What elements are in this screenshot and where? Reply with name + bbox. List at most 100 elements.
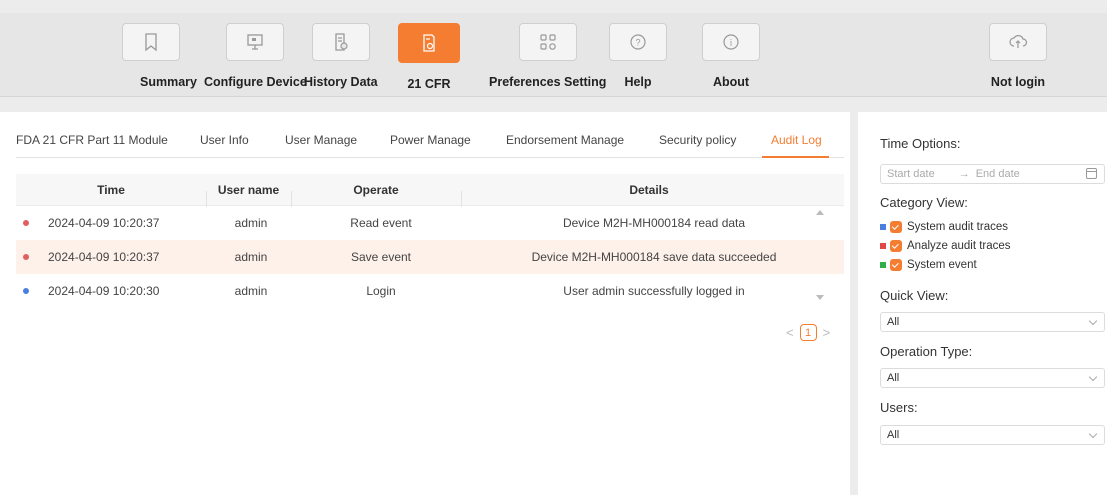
cell-user: admin (234, 250, 268, 264)
range-arrow-icon: → (958, 168, 970, 180)
legend-swatch (880, 224, 886, 230)
status-dot (23, 288, 29, 294)
quick-view-value: All (887, 316, 900, 328)
history-doc-icon (311, 23, 370, 61)
status-dot (23, 220, 29, 226)
tab-fda-module[interactable]: FDA 21 CFR Part 11 Module (16, 133, 168, 147)
top-toolbar: Summary Configure Device History Data 21… (0, 13, 1107, 97)
toolbar-label: History Data (304, 75, 378, 89)
toolbar-label: Configure Device (204, 75, 307, 89)
checkbox-checked-icon[interactable] (890, 221, 902, 233)
next-page-button[interactable]: > (823, 325, 831, 340)
status-dot-cell (16, 220, 36, 226)
pagination: < 1 > (786, 324, 830, 341)
date-range-picker[interactable]: Start date → End date (880, 164, 1105, 184)
scroll-down-arrow-icon[interactable] (816, 295, 824, 300)
grid-settings-icon (518, 23, 577, 61)
toolbar-label: About (712, 75, 750, 89)
legend-swatch (880, 243, 886, 249)
chevron-down-icon (1088, 372, 1098, 382)
table-row[interactable]: 2024-04-09 10:20:30 admin Login User adm… (16, 274, 844, 308)
tab-active-indicator (762, 156, 829, 158)
chevron-down-icon (1088, 429, 1098, 439)
audit-log-table: Time User name Operate Details 2024-04-0… (16, 174, 844, 308)
tab-endorsement-manage[interactable]: Endorsement Manage (506, 133, 624, 147)
table-row[interactable]: 2024-04-09 10:20:37 admin Save event Dev… (16, 240, 844, 274)
info-icon: i (702, 23, 760, 61)
category-label: Analyze audit traces (907, 240, 1011, 252)
main-panel: FDA 21 CFR Part 11 Module User Info User… (0, 112, 850, 495)
calendar-icon[interactable] (1086, 168, 1097, 179)
end-date-input[interactable]: End date (976, 168, 1020, 180)
svg-text:?: ? (635, 38, 640, 48)
bookmark-icon (122, 23, 181, 61)
table-header: Time User name Operate Details (16, 174, 844, 207)
checkbox-checked-icon[interactable] (890, 240, 902, 252)
cell-time: 2024-04-09 10:20:37 (48, 250, 160, 264)
cell-details: Device M2H-MH000184 save data succeeded (531, 250, 777, 264)
status-dot-cell (16, 254, 36, 260)
quick-view-label: Quick View: (880, 288, 949, 303)
col-time[interactable]: Time (16, 183, 206, 197)
tab-security-policy[interactable]: Security policy (659, 133, 736, 147)
toolbar-summary[interactable]: Summary (106, 23, 197, 89)
table-row[interactable]: 2024-04-09 10:20:37 admin Read event Dev… (16, 206, 844, 240)
cell-details: User admin successfully logged in (563, 284, 745, 298)
cell-time: 2024-04-09 10:20:30 (48, 284, 160, 298)
time-options-label: Time Options: (880, 136, 961, 151)
scroll-up-arrow-icon[interactable] (816, 210, 824, 215)
cell-user: admin (234, 284, 268, 298)
category-analyze-audit[interactable]: Analyze audit traces (880, 240, 1011, 252)
tab-power-manage[interactable]: Power Manage (390, 133, 471, 147)
toolbar-21-cfr[interactable]: 21 CFR (398, 23, 460, 91)
toolbar-history-data[interactable]: History Data (304, 23, 378, 89)
toolbar-label: Summary (140, 75, 197, 89)
operation-type-value: All (887, 372, 900, 384)
col-details[interactable]: Details (461, 183, 837, 207)
cloud-upload-icon (989, 23, 1047, 61)
tab-user-info[interactable]: User Info (200, 133, 249, 147)
cell-operate: Save event (350, 250, 412, 264)
operation-type-label: Operation Type: (880, 344, 973, 359)
app-window: Summary Configure Device History Data 21… (0, 0, 1107, 495)
toolbar-not-login[interactable]: Not login (989, 23, 1047, 89)
tab-divider (16, 157, 844, 158)
toolbar-preferences-setting[interactable]: Preferences Setting (489, 23, 606, 89)
toolbar-configure-device[interactable]: Configure Device (204, 23, 307, 89)
users-label: Users: (880, 400, 918, 415)
status-dot (23, 254, 29, 260)
cell-details: Device M2H-MH000184 read data (562, 216, 746, 230)
status-dot-cell (16, 288, 36, 294)
operation-type-select[interactable]: All (880, 368, 1105, 388)
category-label: System event (907, 259, 977, 271)
question-icon: ? (609, 23, 667, 61)
tab-bar: FDA 21 CFR Part 11 Module User Info User… (0, 112, 850, 162)
category-label: System audit traces (907, 221, 1008, 233)
cell-user: admin (234, 216, 268, 230)
toolbar-help[interactable]: ? Help (609, 23, 667, 89)
category-system-audit[interactable]: System audit traces (880, 221, 1008, 233)
category-system-event[interactable]: System event (880, 259, 977, 271)
tab-user-manage[interactable]: User Manage (285, 133, 357, 147)
toolbar-label: Preferences Setting (489, 75, 607, 89)
quick-view-select[interactable]: All (880, 312, 1105, 332)
toolbar-label: Not login (990, 75, 1046, 89)
tab-audit-log[interactable]: Audit Log (771, 133, 822, 147)
filter-panel: Time Options: Start date → End date Cate… (858, 112, 1107, 495)
legend-swatch (880, 262, 886, 268)
chevron-down-icon (1088, 316, 1098, 326)
col-operate[interactable]: Operate (291, 183, 461, 207)
toolbar-label: Help (624, 75, 652, 89)
users-select[interactable]: All (880, 425, 1105, 445)
toolbar-about[interactable]: i About (702, 23, 760, 89)
category-view-label: Category View: (880, 195, 968, 210)
start-date-input[interactable]: Start date (887, 168, 935, 180)
cell-operate: Read event (350, 216, 412, 230)
checkbox-checked-icon[interactable] (890, 259, 902, 271)
prev-page-button[interactable]: < (786, 325, 794, 340)
page-number-button[interactable]: 1 (799, 324, 817, 341)
users-value: All (887, 429, 900, 441)
col-user-name[interactable]: User name (206, 183, 291, 207)
monitor-icon (226, 23, 285, 61)
cell-operate: Login (366, 284, 396, 298)
